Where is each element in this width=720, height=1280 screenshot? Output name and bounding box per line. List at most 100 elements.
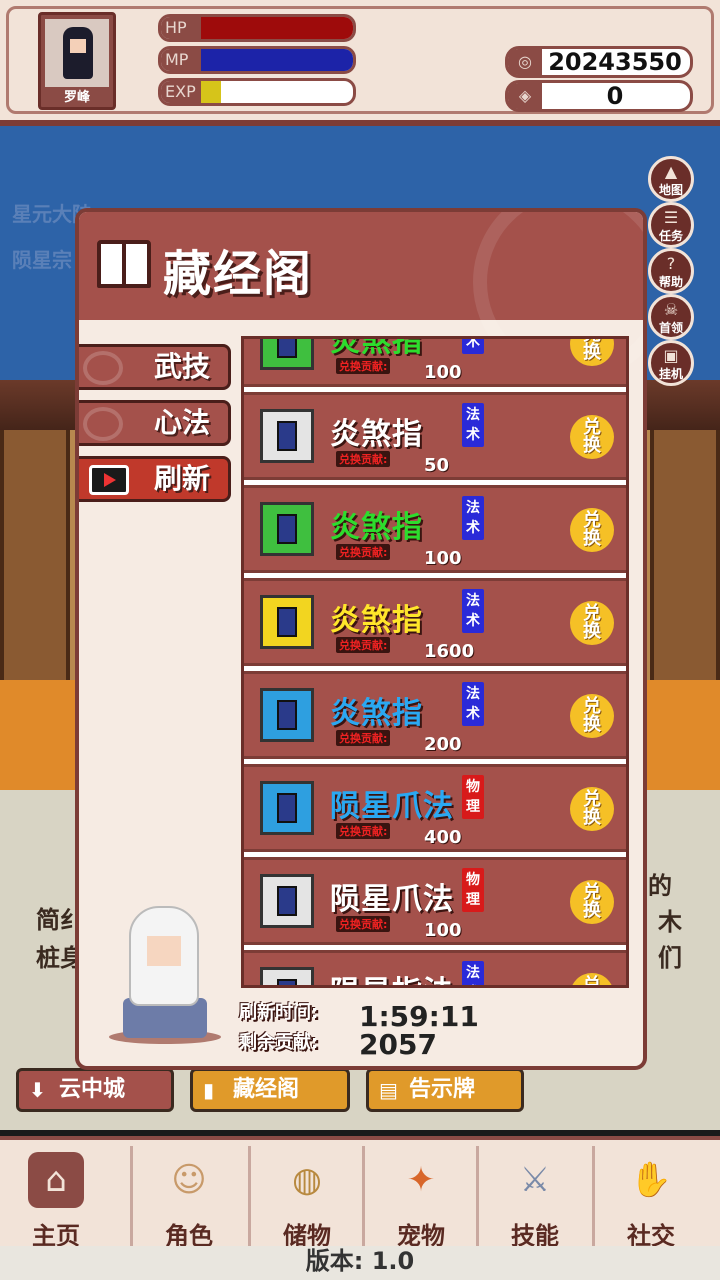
npc-text-fragment: 的 <box>648 872 672 900</box>
hp-fill <box>201 17 353 39</box>
cost-label: 兑换贡献: <box>336 823 391 839</box>
arrow-down-icon: ⬇ <box>29 1078 46 1102</box>
cost-label: 兑换贡献: <box>336 730 391 746</box>
player-name: 罗峰 <box>63 90 90 105</box>
tab-martial-skills[interactable]: 武技 <box>79 344 231 390</box>
scripture-name: 炎煞指 <box>330 510 423 545</box>
skill-type-badge: 法术 <box>462 339 484 354</box>
scripture-item: 陨星爪法物理兑换贡献: 100 兑换 <box>244 857 626 945</box>
board-icon: ▤ <box>379 1078 398 1102</box>
elder-npc <box>109 906 221 1046</box>
scripture-book-icon <box>260 874 314 928</box>
house-icon: ⌂ <box>28 1152 84 1208</box>
scripture-item: 陨星爪法物理兑换贡献: 400 兑换 <box>244 764 626 852</box>
skill-type-badge: 法术 <box>462 961 484 985</box>
exchange-button[interactable]: 兑换 <box>570 339 614 366</box>
exchange-button[interactable]: 兑换 <box>570 601 614 645</box>
scripture-item: 炎煞指 法术兑换贡献: 1600 兑换 <box>244 578 626 666</box>
skill-type-badge: 法术 <box>462 682 484 726</box>
map-button[interactable]: ▲ 地图 <box>648 156 694 202</box>
pillar <box>0 430 70 690</box>
exchange-button[interactable]: 兑换 <box>570 880 614 924</box>
video-ad-icon <box>89 465 129 495</box>
cost-label: 兑换贡献: <box>336 544 391 560</box>
cost-label: 兑换贡献: <box>336 916 391 932</box>
exp-fill <box>201 81 221 103</box>
handshake-icon: ✋ <box>629 1160 673 1200</box>
quest-button[interactable]: ☰ 任务 <box>648 202 694 248</box>
scripture-name: 炎煞指 <box>330 603 423 638</box>
player-avatar[interactable]: 罗峰 <box>38 12 116 110</box>
library-button[interactable]: ▮ 藏经阁 <box>190 1068 350 1112</box>
monitor-icon: ▣ <box>663 346 679 365</box>
cloud-city-button[interactable]: ⬇ 云中城 <box>16 1068 174 1112</box>
cost-value: 200 <box>424 734 462 755</box>
notice-board-button[interactable]: ▤ 告示牌 <box>366 1068 524 1112</box>
npc-text-fragment: 们 <box>658 944 682 972</box>
refresh-button[interactable]: 刷新 <box>79 456 231 502</box>
scripture-book-icon <box>260 595 314 649</box>
character-icon: ☺ <box>171 1160 207 1200</box>
sword-icon: ⚔ <box>519 1160 551 1200</box>
exchange-button[interactable]: 兑换 <box>570 415 614 459</box>
dialog-header: 藏经阁 <box>79 212 643 382</box>
exchange-button[interactable]: 兑换 <box>570 694 614 738</box>
cost-value: 400 <box>424 827 462 848</box>
bottom-tab-bar: ⌂ 主页 ☺ 角色 ◍ 储物 ✦ 宠物 ⚔ 技能 ✋ 社交 <box>0 1136 720 1250</box>
tab-mind-methods[interactable]: 心法 <box>79 400 231 446</box>
cost-value: 100 <box>424 362 462 383</box>
scripture-list[interactable]: 炎煞指法术兑换贡献:100兑换炎煞指法术兑换贡献:50兑换炎煞指法术兑换贡献:1… <box>241 336 629 988</box>
scripture-name: 炎煞指 <box>330 696 423 731</box>
scripture-book-icon <box>260 781 314 835</box>
boss-button[interactable]: ☠ 首领 <box>648 294 694 340</box>
version-label: 版本: 1.0 <box>0 1246 720 1280</box>
skill-type-badge: 物理 <box>462 775 484 819</box>
pillar <box>650 430 720 690</box>
mp-bar: MP <box>158 46 356 74</box>
avatar-portrait <box>45 19 109 87</box>
skill-type-badge: 物理 <box>462 868 484 912</box>
npc-text-fragment: 木 <box>658 908 682 936</box>
player-hud: 罗峰 HP MP EXP ◎ 20243550 ◈ 0 <box>0 0 720 126</box>
cost-value: 1600 <box>424 641 475 662</box>
coin-counter: ◎ 20243550 <box>505 46 693 78</box>
bag-icon: ◍ <box>292 1160 322 1200</box>
hp-label: HP <box>161 17 201 39</box>
gem-counter: ◈ 0 <box>505 80 693 112</box>
cost-value: 50 <box>424 455 450 476</box>
tab-pet[interactable]: ✦ 宠物 <box>362 1146 474 1250</box>
hp-bar: HP <box>158 14 356 42</box>
coin-icon: ◎ <box>508 49 542 75</box>
tab-character[interactable]: ☺ 角色 <box>130 1146 242 1250</box>
skill-type-badge: 法术 <box>462 403 484 447</box>
tab-skill[interactable]: ⚔ 技能 <box>476 1146 588 1250</box>
scripture-name: 炎煞指 <box>330 336 423 359</box>
exp-bar: EXP <box>158 78 356 106</box>
dialog-title: 藏经阁 <box>163 246 314 302</box>
scripture-item: 陨星指法法术兑换贡献:兑换 <box>244 950 626 985</box>
exp-label: EXP <box>161 81 201 103</box>
mp-fill <box>201 49 353 71</box>
book-icon: ▮ <box>203 1078 215 1102</box>
exchange-button[interactable]: 兑换 <box>570 508 614 552</box>
scripture-item: 炎煞指 法术兑换贡献: 200 兑换 <box>244 671 626 759</box>
exchange-button[interactable]: 兑换 <box>570 787 614 831</box>
help-button[interactable]: ? 帮助 <box>648 248 694 294</box>
cost-label: 兑换贡献: <box>336 358 391 374</box>
gem-value: 0 <box>606 82 624 110</box>
exchange-button[interactable]: 兑换 <box>570 973 614 985</box>
cost-label: 兑换贡献: <box>336 637 391 653</box>
scripture-book-icon <box>260 502 314 556</box>
tab-social[interactable]: ✋ 社交 <box>592 1146 704 1250</box>
scripture-item: 炎煞指 法术兑换贡献: 100 兑换 <box>244 336 626 387</box>
refresh-time-label: 刷新时间: <box>239 1002 319 1023</box>
question-icon: ? <box>666 254 676 273</box>
fox-icon: ✦ <box>406 1160 436 1200</box>
library-dialog: 藏经阁 武技 心法 刷新 炎煞指法术兑换贡献:100兑换炎煞指法术兑换贡献:50… <box>75 208 647 1070</box>
mountain-icon: ▲ <box>664 162 678 181</box>
tab-home[interactable]: ⌂ 主页 <box>0 1146 112 1250</box>
scripture-name: 陨星爪法 <box>330 882 454 917</box>
idle-button[interactable]: ▣ 挂机 <box>648 340 694 386</box>
scripture-name: 炎煞指 <box>330 417 423 452</box>
tab-storage[interactable]: ◍ 储物 <box>248 1146 360 1250</box>
